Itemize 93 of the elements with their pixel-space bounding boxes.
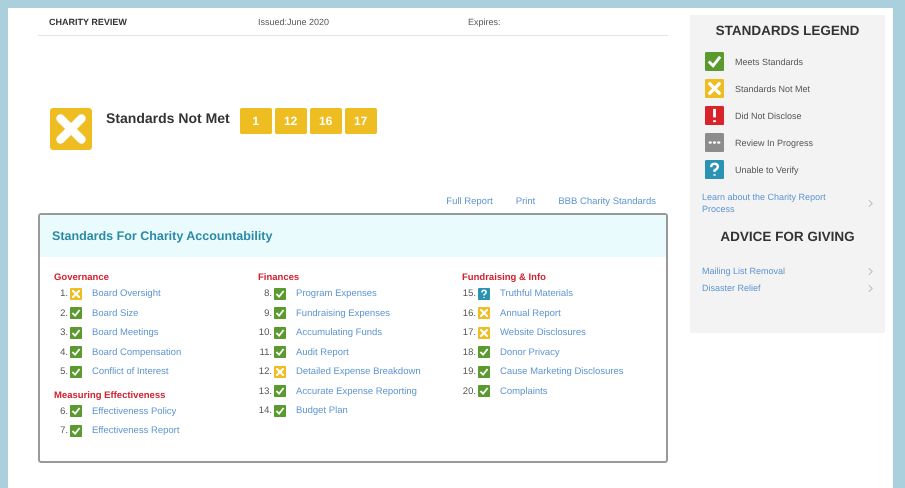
standard-number: 6. xyxy=(59,406,68,417)
category-heading: Governance xyxy=(54,272,110,284)
standard-link[interactable]: Effectiveness Report xyxy=(92,425,180,436)
check-icon xyxy=(274,288,286,300)
standard-link[interactable]: Annual Report xyxy=(500,308,561,319)
check-icon xyxy=(274,307,286,320)
standard-number: 8. xyxy=(263,288,272,300)
check-icon xyxy=(274,404,286,417)
chevron-icon xyxy=(868,198,873,208)
standard-number: 15. xyxy=(462,288,476,300)
standard-number: 19. xyxy=(462,366,476,378)
dots-icon xyxy=(705,133,724,152)
legend-label: Unable to Verify xyxy=(735,164,799,174)
exclamation-icon xyxy=(705,106,724,125)
cross-icon xyxy=(705,79,724,98)
report-title: CHARITY REVIEW xyxy=(49,16,128,26)
standard-link[interactable]: Donor Privacy xyxy=(500,346,560,358)
standard-link[interactable]: Audit Report xyxy=(296,346,349,358)
standard-link[interactable]: Accurate Expense Reporting xyxy=(296,386,417,397)
advice-title: ADVICE FOR GIVING xyxy=(719,229,856,244)
legend-label: Did Not Disclose xyxy=(735,110,802,120)
question-icon xyxy=(478,288,490,300)
standard-link[interactable]: Accumulating Funds xyxy=(296,327,382,338)
check-icon xyxy=(70,424,82,437)
standard-number: 7. xyxy=(59,425,68,436)
standard-link[interactable]: Website Disclosures xyxy=(500,327,586,338)
standard-number: 3. xyxy=(59,327,68,338)
check-icon xyxy=(478,385,490,398)
report-link[interactable]: BBB Charity Standards xyxy=(558,196,656,207)
check-icon xyxy=(70,405,82,418)
legend-title: STANDARDS LEGEND xyxy=(714,23,860,38)
expires-label: Expires: xyxy=(468,16,501,26)
question-icon xyxy=(705,160,724,179)
check-icon xyxy=(274,326,286,339)
standard-number: 12. xyxy=(258,366,272,378)
standard-link[interactable]: Conflict of Interest xyxy=(92,366,169,378)
standard-number: 13. xyxy=(258,386,272,397)
check-icon xyxy=(705,52,724,71)
legend-label: Standards Not Met xyxy=(735,84,810,94)
check-icon xyxy=(274,385,286,398)
issued-date: Issued:June 2020 xyxy=(258,16,330,26)
summary-status: Standards Not Met xyxy=(106,110,230,126)
advice-link[interactable]: Mailing List Removal xyxy=(702,266,786,276)
check-icon xyxy=(478,366,490,378)
standard-link[interactable]: Effectiveness Policy xyxy=(92,406,176,417)
standard-link[interactable]: Board Meetings xyxy=(92,327,159,338)
standard-link[interactable]: Board Oversight xyxy=(92,288,161,300)
standard-number: 11. xyxy=(258,346,272,358)
legend-label: Meets Standards xyxy=(735,56,804,66)
standard-number-badge[interactable]: 1 xyxy=(240,108,272,134)
standard-link[interactable]: Cause Marketing Disclosures xyxy=(500,366,624,378)
cross-icon xyxy=(50,108,92,150)
standard-link[interactable]: Fundraising Expenses xyxy=(296,308,390,319)
standard-number: 10. xyxy=(258,327,272,338)
learn-link[interactable]: Learn about the Charity Report Process xyxy=(702,191,852,215)
standard-number: 5. xyxy=(59,366,68,378)
standard-number-badge[interactable]: 16 xyxy=(310,108,342,134)
check-icon xyxy=(274,346,286,358)
standard-number: 20. xyxy=(462,386,476,397)
cross-icon xyxy=(478,326,490,339)
standard-number-badge[interactable]: 17 xyxy=(344,108,377,134)
check-icon xyxy=(70,366,82,378)
advice-link[interactable]: Disaster Relief xyxy=(702,283,761,293)
cross-icon xyxy=(274,366,286,378)
standard-link[interactable]: Detailed Expense Breakdown xyxy=(296,366,421,378)
category-heading: Fundraising & Info xyxy=(462,272,547,284)
check-icon xyxy=(70,307,82,320)
category-heading: Finances xyxy=(258,272,300,284)
standard-number: 9. xyxy=(263,308,272,319)
standard-link[interactable]: Board Size xyxy=(92,308,138,319)
check-icon xyxy=(478,346,490,358)
legend-label: Review In Progress xyxy=(735,138,814,148)
category-heading: Measuring Effectiveness xyxy=(54,390,166,402)
standard-number: 4. xyxy=(59,346,68,358)
cross-icon xyxy=(478,307,490,320)
cross-icon xyxy=(70,288,82,300)
standard-number: 17. xyxy=(462,327,476,338)
standard-number: 14. xyxy=(258,405,272,416)
check-icon xyxy=(70,346,82,358)
standard-link[interactable]: Board Compensation xyxy=(92,346,182,358)
standard-number: 1. xyxy=(59,288,68,300)
standard-number: 16. xyxy=(462,308,476,319)
standard-number: 18. xyxy=(462,346,476,358)
report-link[interactable]: Full Report xyxy=(446,196,493,207)
check-icon xyxy=(70,326,82,339)
panel-title: Standards For Charity Accountability xyxy=(52,229,272,243)
standard-link[interactable]: Truthful Materials xyxy=(500,288,574,300)
standard-number-badge[interactable]: 12 xyxy=(274,108,307,134)
standard-link[interactable]: Budget Plan xyxy=(296,405,348,416)
standard-number: 2. xyxy=(59,308,68,319)
standard-link[interactable]: Complaints xyxy=(500,386,548,397)
report-link[interactable]: Print xyxy=(516,196,536,207)
standard-link[interactable]: Program Expenses xyxy=(296,288,377,300)
